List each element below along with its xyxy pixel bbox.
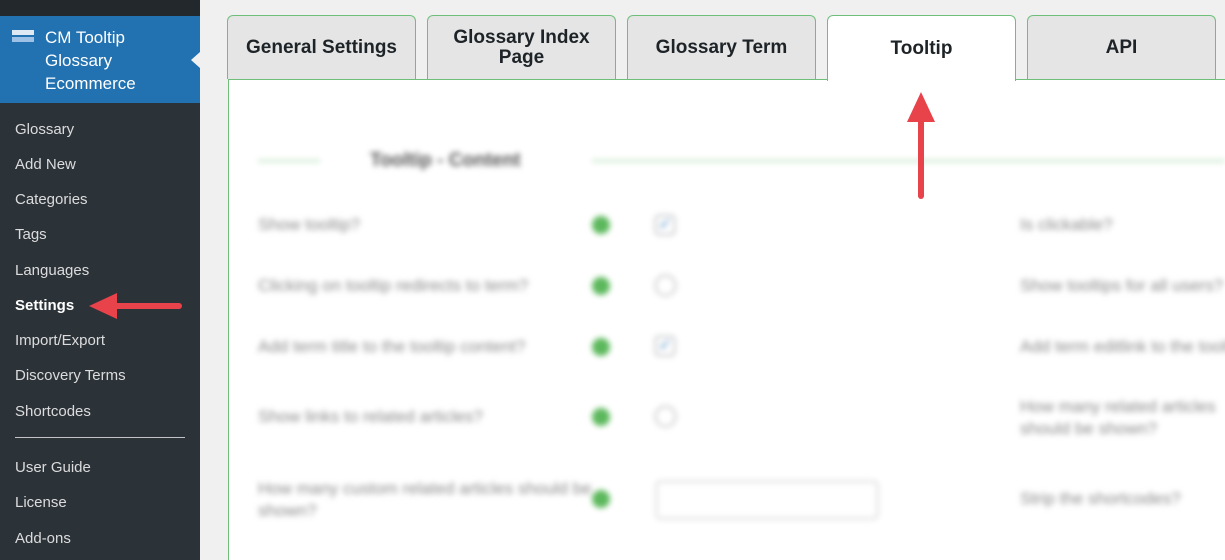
help-icon [592,338,610,356]
plugin-menu-icon [12,30,34,42]
tab-tooltip[interactable]: Tooltip [827,15,1016,81]
custom-related-count-input[interactable] [656,481,878,519]
setting-label: Add term title to the tooltip content? [258,337,526,356]
sidebar-item-import-export[interactable]: Import/Export [15,331,105,351]
help-icon [592,490,610,508]
tab-api[interactable]: API [1027,15,1216,79]
tooltip-annotation-arrow-icon [907,92,935,199]
sidebar-item-license[interactable]: License [15,493,67,513]
show-tooltip-checkbox[interactable]: ✓ [655,215,675,235]
sidebar-item-add-ons[interactable]: Add-ons [15,529,71,549]
help-icon [592,216,610,234]
term-title-checkbox[interactable]: ✓ [655,336,675,356]
sidebar-item-add-new[interactable]: Add New [15,155,76,175]
setting-label-right: Add term editlink to the tooltip? [1020,337,1225,356]
sidebar-item-discovery-terms[interactable]: Discovery Terms [15,366,126,386]
admin-sidebar: CM Tooltip Glossary Ecommerce Glossary A… [0,0,200,560]
tab-glossary-index-page[interactable]: Glossary Index Page [427,15,616,79]
sidebar-item-glossary[interactable]: Glossary [15,120,74,140]
sidebar-divider [15,437,185,438]
setting-label: How many custom related articles should … [258,479,592,520]
help-icon [592,277,610,295]
tab-general-settings[interactable]: General Settings [227,15,416,79]
plugin-menu-title[interactable]: CM Tooltip Glossary Ecommerce [45,26,195,95]
tab-glossary-term[interactable]: Glossary Term [627,15,816,79]
plugin-menu-header[interactable]: CM Tooltip Glossary Ecommerce [0,16,200,103]
setting-label-right: Show tooltips for all users? [1020,276,1224,295]
setting-label-right: Strip the shortcodes? [1020,489,1181,508]
related-articles-checkbox[interactable] [655,406,676,427]
sidebar-item-tags[interactable]: Tags [15,225,47,245]
tab-baseline [1216,79,1225,80]
settings-annotation-arrow-icon [89,293,182,319]
sidebar-item-user-guide[interactable]: User Guide [15,458,91,478]
section-divider-left [258,160,320,162]
setting-label: Show links to related articles? [258,407,483,426]
tooltip-redirect-checkbox[interactable] [655,275,676,296]
sidebar-item-languages[interactable]: Languages [15,261,89,281]
setting-label-right: Is clickable? [1020,215,1113,234]
setting-label: Show tooltip? [258,215,361,234]
sidebar-item-settings[interactable]: Settings [15,296,74,316]
help-icon [592,408,610,426]
section-title: Tooltip - Content [370,150,521,171]
setting-label: Clicking on tooltip redirects to term? [258,276,529,295]
current-menu-notch [191,52,200,68]
sidebar-top-strip [0,0,200,16]
sidebar-item-categories[interactable]: Categories [15,190,88,210]
setting-label-right: How many related articles should be show… [1020,397,1216,438]
sidebar-item-shortcodes[interactable]: Shortcodes [15,402,91,422]
